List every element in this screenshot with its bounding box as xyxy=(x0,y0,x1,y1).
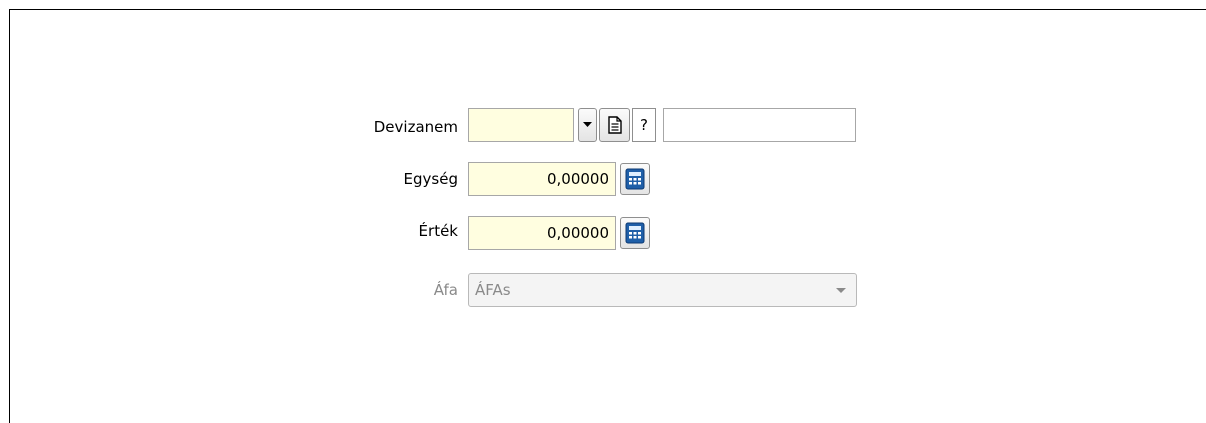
afa-label: Áfa xyxy=(433,281,458,299)
ertek-input[interactable]: 0,00000 xyxy=(468,216,616,250)
ertek-calculator-button[interactable] xyxy=(620,217,650,249)
chevron-down-icon xyxy=(836,288,846,293)
ertek-label: Érték xyxy=(418,222,458,240)
devizanem-input[interactable] xyxy=(468,108,574,142)
egyseg-label: Egység xyxy=(403,170,458,188)
egyseg-calculator-button[interactable] xyxy=(620,163,650,195)
chevron-down-icon xyxy=(583,122,592,127)
afa-select-value: ÁFAs xyxy=(475,281,511,299)
calculator-icon xyxy=(625,168,645,190)
afa-select[interactable]: ÁFAs xyxy=(468,273,857,307)
devizanem-lookup-button[interactable] xyxy=(599,108,630,142)
devizanem-dropdown-button[interactable] xyxy=(578,108,597,142)
devizanem-label: Devizanem xyxy=(373,118,458,136)
devizanem-description-field[interactable] xyxy=(663,108,856,142)
document-icon xyxy=(607,116,622,134)
egyseg-input[interactable]: 0,00000 xyxy=(468,162,616,196)
devizanem-help-button[interactable]: ? xyxy=(632,108,656,142)
calculator-icon xyxy=(625,222,645,244)
